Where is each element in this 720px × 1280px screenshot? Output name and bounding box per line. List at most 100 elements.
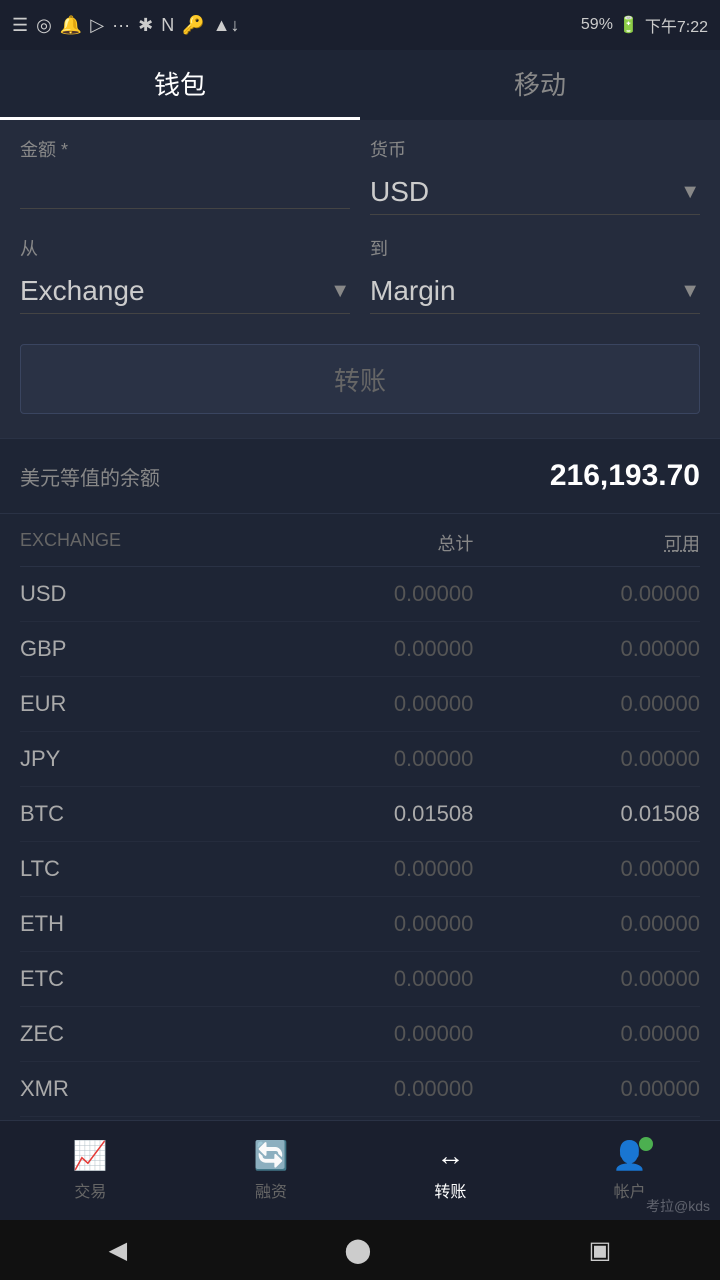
cell-currency-7: ETC: [20, 966, 247, 992]
bottom-nav: 📈 交易 🔄 融资 ↔ 转账 👤 帐户: [0, 1120, 720, 1220]
from-to-row: 从 Exchange ▼ 到 Margin ▼: [20, 235, 700, 314]
cell-total-5: 0.00000: [247, 856, 474, 882]
to-select[interactable]: Margin ▼: [370, 269, 700, 314]
amount-label: 金额 *: [20, 136, 350, 162]
table-row: GBP 0.00000 0.00000: [20, 622, 700, 677]
amount-group: 金额 *: [20, 136, 350, 215]
table-row: ZEC 0.00000 0.00000: [20, 1007, 700, 1062]
app-icon: ◎: [36, 15, 52, 36]
available-label: 可用: [473, 530, 700, 556]
nav-finance[interactable]: 🔄 融资: [254, 1139, 289, 1202]
cell-currency-5: LTC: [20, 856, 247, 882]
from-label: 从: [20, 235, 350, 261]
bluetooth-icon: ✱: [138, 15, 153, 36]
cell-currency-6: ETH: [20, 911, 247, 937]
cell-total-4: 0.01508: [247, 801, 474, 827]
cell-available-5: 0.00000: [473, 856, 700, 882]
back-button[interactable]: ◀: [109, 1236, 127, 1265]
table-row: LTC 0.00000 0.00000: [20, 842, 700, 897]
currency-value: USD: [370, 176, 429, 208]
cell-total-9: 0.00000: [247, 1076, 474, 1102]
home-button[interactable]: ⬤: [344, 1236, 371, 1265]
from-dropdown-arrow: ▼: [330, 280, 350, 303]
cell-available-6: 0.00000: [473, 911, 700, 937]
trade-icon: 📈: [73, 1139, 108, 1172]
notification-icon: 🔔: [60, 15, 82, 36]
nav-trade-label: 交易: [74, 1178, 106, 1202]
signal-icon: ▲↓: [213, 15, 240, 36]
section-label: EXCHANGE: [20, 530, 247, 556]
table-row: EUR 0.00000 0.00000: [20, 677, 700, 732]
cell-total-6: 0.00000: [247, 911, 474, 937]
nav-trade[interactable]: 📈 交易: [73, 1139, 108, 1202]
table-header: EXCHANGE 总计 可用: [20, 514, 700, 567]
transfer-button[interactable]: 转账: [20, 344, 700, 414]
table-row: ETC 0.00000 0.00000: [20, 952, 700, 1007]
cell-currency-0: USD: [20, 581, 247, 607]
table-row: JPY 0.00000 0.00000: [20, 732, 700, 787]
tab-bar: 钱包 移动: [0, 50, 720, 120]
to-value: Margin: [370, 275, 456, 307]
currency-group: 货币 USD ▼: [370, 136, 700, 215]
system-nav-bar: ◀ ⬤ ▣: [0, 1220, 720, 1280]
tab-move[interactable]: 移动: [360, 50, 720, 120]
status-right: 59% 🔋 下午7:22: [581, 13, 708, 37]
table-row: BTC 0.01508 0.01508: [20, 787, 700, 842]
table-row: ETH 0.00000 0.00000: [20, 897, 700, 952]
form-section: 金额 * 货币 USD ▼ 从 Exchange ▼ 到 Margin ▼: [0, 120, 720, 438]
to-label: 到: [370, 235, 700, 261]
currency-label: 货币: [370, 136, 700, 162]
nav-finance-label: 融资: [255, 1178, 287, 1202]
nav-account[interactable]: 👤 帐户: [612, 1139, 647, 1202]
cell-available-7: 0.00000: [473, 966, 700, 992]
finance-icon: 🔄: [254, 1139, 289, 1172]
cell-available-4: 0.01508: [473, 801, 700, 827]
transfer-icon: ↔: [436, 1140, 464, 1172]
dots-icon: ···: [112, 15, 130, 36]
time-text: 下午7:22: [645, 13, 708, 37]
recents-button[interactable]: ▣: [589, 1236, 612, 1265]
from-value: Exchange: [20, 275, 145, 307]
cell-available-1: 0.00000: [473, 636, 700, 662]
nav-transfer-label: 转账: [434, 1178, 466, 1202]
account-dot: [639, 1137, 653, 1151]
key-icon: 🔑: [182, 15, 204, 36]
table-row: XMR 0.00000 0.00000: [20, 1062, 700, 1117]
total-label: 总计: [247, 530, 474, 556]
cell-total-8: 0.00000: [247, 1021, 474, 1047]
cell-total-7: 0.00000: [247, 966, 474, 992]
cell-currency-3: JPY: [20, 746, 247, 772]
nav-transfer[interactable]: ↔ 转账: [434, 1140, 466, 1202]
table-row: USD 0.00000 0.00000: [20, 567, 700, 622]
cell-currency-4: BTC: [20, 801, 247, 827]
balance-label: 美元等值的余额: [20, 462, 160, 491]
status-bar: ☰ ◎ 🔔 ▷ ··· ✱ N 🔑 ▲↓ 59% 🔋 下午7:22: [0, 0, 720, 50]
balance-value: 216,193.70: [550, 459, 700, 493]
to-dropdown-arrow: ▼: [680, 280, 700, 303]
cell-total-2: 0.00000: [247, 691, 474, 717]
cell-currency-1: GBP: [20, 636, 247, 662]
from-select[interactable]: Exchange ▼: [20, 269, 350, 314]
currency-select[interactable]: USD ▼: [370, 170, 700, 215]
send-icon: ▷: [90, 15, 104, 36]
cell-total-3: 0.00000: [247, 746, 474, 772]
amount-currency-row: 金额 * 货币 USD ▼: [20, 136, 700, 215]
from-group: 从 Exchange ▼: [20, 235, 350, 314]
battery-text: 59%: [581, 16, 613, 34]
nav-account-label: 帐户: [614, 1178, 646, 1202]
cell-available-9: 0.00000: [473, 1076, 700, 1102]
balance-section: 美元等值的余额 216,193.70: [0, 438, 720, 514]
cell-available-2: 0.00000: [473, 691, 700, 717]
to-group: 到 Margin ▼: [370, 235, 700, 314]
nfc-icon: N: [161, 15, 174, 36]
cell-currency-2: EUR: [20, 691, 247, 717]
tab-wallet[interactable]: 钱包: [0, 50, 360, 120]
cell-available-0: 0.00000: [473, 581, 700, 607]
cell-total-0: 0.00000: [247, 581, 474, 607]
amount-input[interactable]: [20, 170, 350, 209]
status-left: ☰ ◎ 🔔 ▷ ··· ✱ N 🔑 ▲↓: [12, 15, 239, 36]
cell-available-8: 0.00000: [473, 1021, 700, 1047]
cell-currency-9: XMR: [20, 1076, 247, 1102]
cell-available-3: 0.00000: [473, 746, 700, 772]
watermark: 考拉@kds: [646, 1196, 710, 1216]
